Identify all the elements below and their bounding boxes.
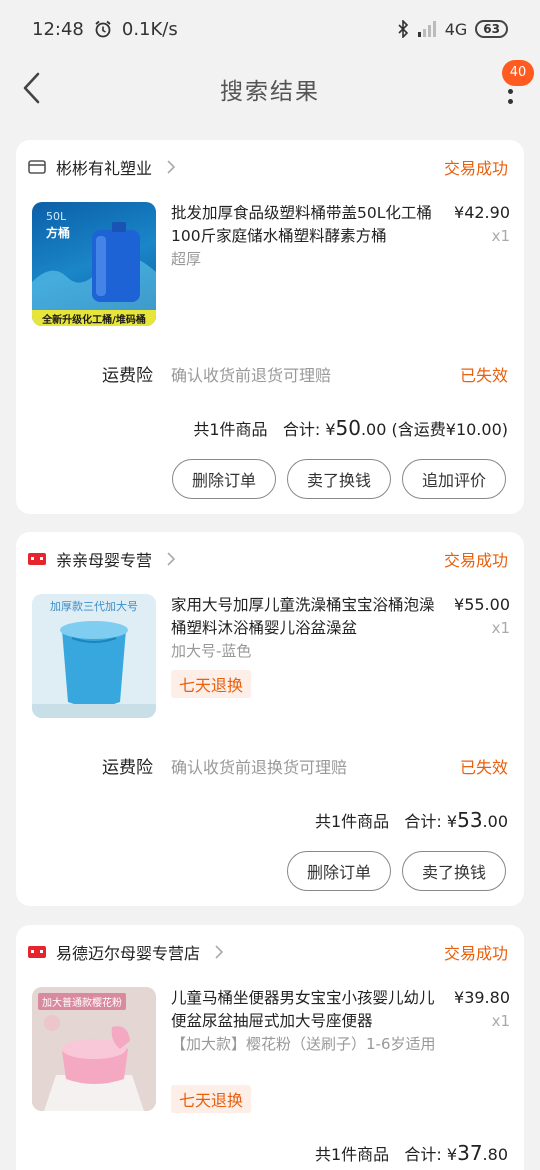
order-summary: 共1件商品 合计: ¥37.80 [315,1141,508,1165]
thumb-label-type: 方桶 [46,226,71,240]
order-status: 交易成功 [443,159,508,178]
product-image[interactable]: 50L 方桶 全新升级化工桶/堆码桶 [32,202,156,326]
status-bar: 12:48 0.1K/s 4G 63 [0,0,540,58]
insurance-status: 已失效 [459,758,508,777]
battery-icon: 63 [475,20,508,38]
product-title[interactable]: 儿童马桶坐便器男女宝宝小孩婴儿幼儿便盆尿盆抽屉式加大号座便器 [171,987,441,1033]
seven-day-return-tag: 七天退换 [171,1085,252,1113]
thumb-caption: 全新升级化工桶/堆码桶 [42,315,146,326]
insurance-label: 运费险 [102,366,153,386]
thumb-label-volume: 50L [46,210,67,223]
product-title[interactable]: 批发加厚食品级塑料桶带盖50L化工桶100斤家庭储水桶塑料酵素方桶 [171,202,441,248]
order-header: 彬彬有礼塑业 交易成功 [16,140,524,194]
net-speed: 0.1K/s [121,18,178,40]
order-header: 亲亲母婴专营 交易成功 [16,532,524,586]
order-card[interactable]: 彬彬有礼塑业 交易成功 50L 方桶 全新升级化工桶/堆码桶 批发加厚食品级塑料… [16,140,524,514]
shipping-note: (含运费¥10.00) [391,420,508,439]
bluetooth-icon [398,20,408,38]
resell-button[interactable]: 卖了换钱 [287,459,391,499]
total-decimal: .00 [482,812,508,831]
order-status: 交易成功 [443,551,508,570]
delete-order-button[interactable]: 删除订单 [172,459,276,499]
total-decimal: .80 [482,1145,508,1164]
back-arrow-icon[interactable] [18,70,48,106]
total-label: 合计: [404,812,442,831]
item-count: 共1件商品 [314,812,390,831]
total-integer: 53 [457,808,483,832]
order-summary: 共1件商品 合计: ¥53.00 [315,808,508,832]
product-sku: 【加大款】樱花粉（送刷子）1-6岁适用 [171,1035,436,1053]
product-image[interactable]: 加厚款三代加大号 [32,594,156,718]
product-quantity: x1 [491,619,510,637]
product-quantity: x1 [491,1012,510,1030]
shop-name[interactable]: 亲亲母婴专营 [56,547,152,571]
order-summary: 共1件商品 合计: ¥50.00 (含运费¥10.00) [193,416,508,440]
chevron-right-icon[interactable] [166,551,176,567]
signal-icon [417,21,436,37]
total-integer: 37 [457,1141,483,1165]
shop-name[interactable]: 易德迈尔母婴专营店 [56,940,200,964]
product-sku: 超厚 [171,250,202,268]
product-price: ¥39.80 [454,988,510,1007]
thumb-label: 加厚款三代加大号 [50,600,138,613]
resell-button[interactable]: 卖了换钱 [402,851,506,891]
item-count: 共1件商品 [193,420,268,439]
shop-name[interactable]: 彬彬有礼塑业 [56,155,152,179]
product-price: ¥55.00 [454,595,510,614]
total-label: 合计: [404,1145,442,1164]
insurance-label: 运费险 [102,758,153,778]
insurance-desc: 确认收货前退换货可理赔 [171,758,348,777]
tmall-icon [28,946,46,958]
insurance-status: 已失效 [459,366,508,385]
total-currency: ¥ [446,812,458,831]
add-review-button[interactable]: 追加评价 [402,459,506,499]
total-decimal: .00 [360,420,387,439]
nav-bar: 搜索结果 40 [0,58,540,120]
product-price: ¥42.90 [454,203,510,222]
product-title[interactable]: 家用大号加厚儿童洗澡桶宝宝浴桶泡澡桶塑料沐浴桶婴儿浴盆澡盆 [171,594,441,640]
notification-badge: 40 [502,60,534,86]
network-type: 4G [444,19,468,39]
order-status: 交易成功 [443,944,508,963]
total-currency: ¥ [325,420,336,439]
page-title: 搜索结果 [220,79,320,105]
order-header: 易德迈尔母婴专营店 交易成功 [16,925,524,979]
product-sku: 加大号-蓝色 [171,642,252,660]
thumb-label: 加大普通款樱花粉 [38,993,126,1010]
insurance-desc: 确认收货前退货可理赔 [171,366,332,385]
product-quantity: x1 [491,227,510,245]
chevron-right-icon[interactable] [214,944,224,960]
status-time: 12:48 [32,18,84,40]
shop-icon [28,160,46,174]
total-currency: ¥ [446,1145,458,1164]
order-card[interactable]: 亲亲母婴专营 交易成功 加厚款三代加大号 家用大号加厚儿童洗澡桶宝宝浴桶泡澡桶塑… [16,532,524,906]
chevron-right-icon[interactable] [166,159,176,175]
order-card[interactable]: 易德迈尔母婴专营店 交易成功 加大普通款樱花粉 儿童马桶坐便器男女宝宝小孩婴儿幼… [16,925,524,1170]
alarm-icon [95,20,111,38]
total-label: 合计: [282,420,321,439]
tmall-icon [28,553,46,565]
seven-day-return-tag: 七天退换 [171,670,252,698]
total-integer: 50 [335,416,361,440]
item-count: 共1件商品 [314,1145,390,1164]
delete-order-button[interactable]: 删除订单 [287,851,391,891]
product-image[interactable]: 加大普通款樱花粉 [32,987,156,1111]
